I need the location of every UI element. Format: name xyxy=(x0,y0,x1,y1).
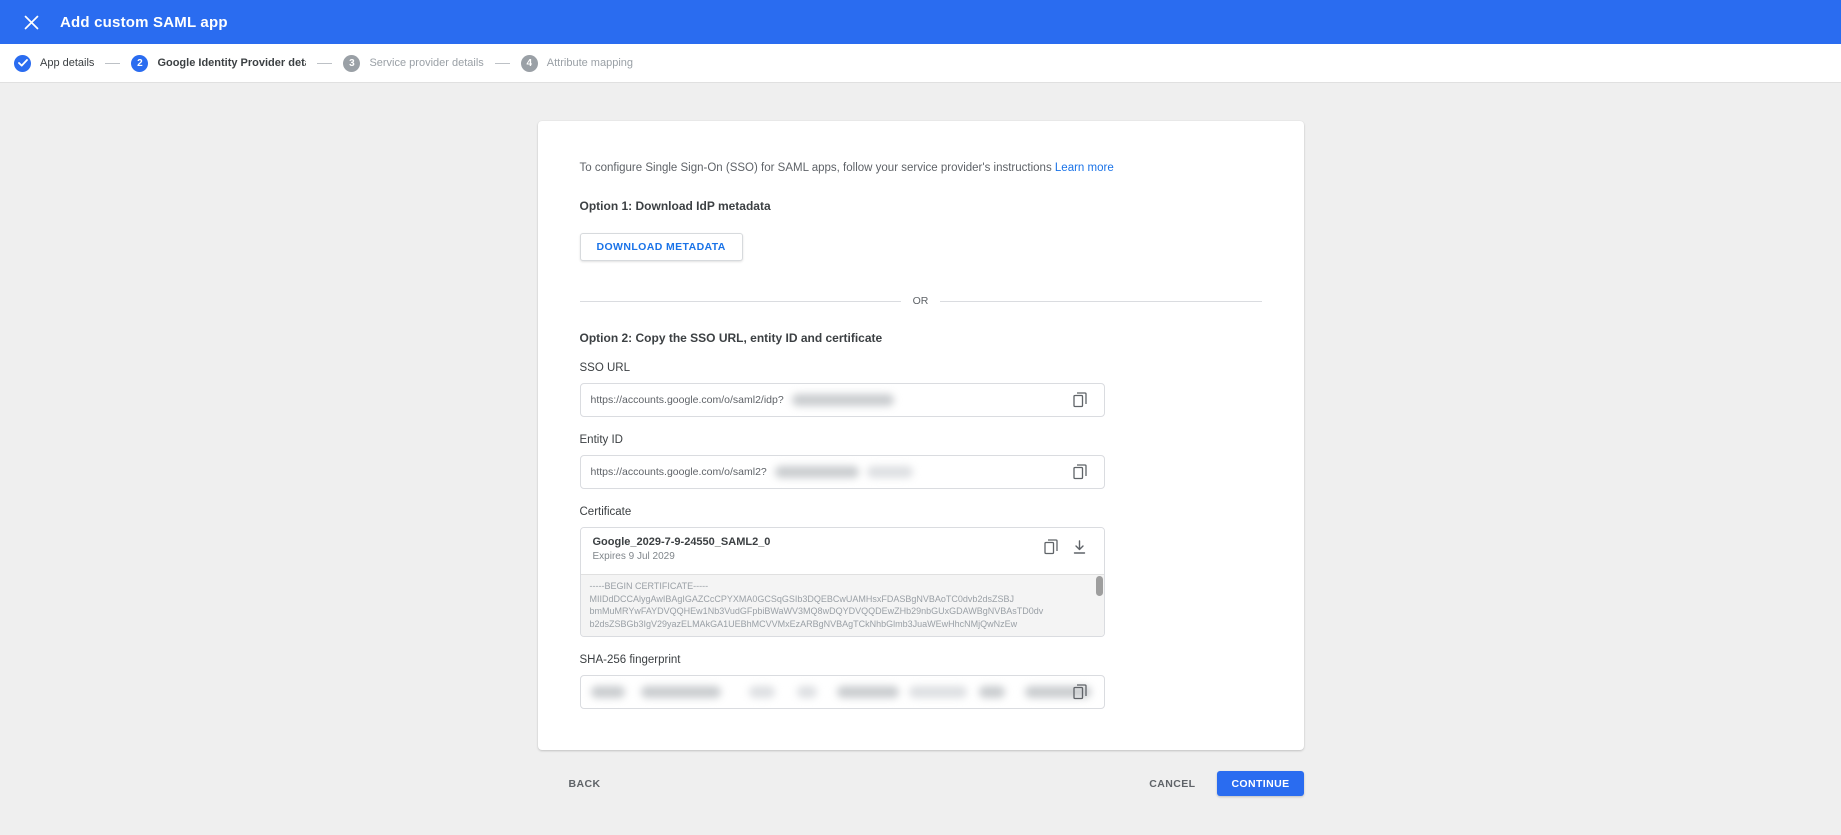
redacted-value xyxy=(796,686,817,698)
option2-heading: Option 2: Copy the SSO URL, entity ID an… xyxy=(579,331,883,345)
redacted-fingerprint xyxy=(590,686,1091,698)
stepper-step-attribute-mapping[interactable]: 4 Attribute mapping xyxy=(520,54,633,72)
divider-label: OR xyxy=(912,295,929,307)
download-certificate-button[interactable] xyxy=(1073,538,1091,556)
certificate-card: Google_2029-7-9-24550_SAML2_0 Expires 9 … xyxy=(579,527,1105,637)
sha256-label: SHA-256 fingerprint xyxy=(579,654,681,666)
entity-id-value: https://accounts.google.com/o/saml2? xyxy=(590,466,767,478)
wizard-stepper: App details 2 Google Identity Provider d… xyxy=(0,44,1841,83)
certificate-text-line: b2dsZSBGb3IgV29yazELMAkGA1UEBhMCVVMxEzAR… xyxy=(589,618,1018,629)
certificate-text-line: MIIDdDCCAlygAwIBAgIGAZCcCPYXMA0GCSqGSIb3… xyxy=(589,593,1014,604)
certificate-body[interactable]: -----BEGIN CERTIFICATE----- MIIDdDCCAlyg… xyxy=(580,574,1104,636)
redacted-value xyxy=(908,686,967,698)
certificate-name: Google_2029-7-9-24550_SAML2_0 xyxy=(592,536,771,548)
sso-url-value: https://accounts.google.com/o/saml2/idp? xyxy=(590,394,784,406)
stepper-separator xyxy=(494,62,510,64)
redacted-value xyxy=(791,394,894,406)
intro-instructions: To configure Single Sign-On (SSO) for SA… xyxy=(579,162,1052,174)
stepper-step-google-idp-details[interactable]: 2 Google Identity Provider details xyxy=(131,54,306,72)
copy-icon xyxy=(1043,539,1062,555)
certificate-text-line: -----BEGIN CERTIFICATE----- xyxy=(589,581,709,591)
stepper-separator xyxy=(317,62,333,64)
intro-text: To configure Single Sign-On (SSO) for SA… xyxy=(580,161,1262,175)
copy-sha256-button[interactable] xyxy=(1070,682,1090,702)
step-number-badge: 4 xyxy=(520,54,538,72)
certificate-label: Certificate xyxy=(579,506,632,518)
dialog-title: Add custom SAML app xyxy=(60,13,228,31)
sha256-fingerprint-field[interactable] xyxy=(579,675,1105,709)
copy-icon xyxy=(1072,684,1087,700)
learn-more-link[interactable]: Learn more xyxy=(1055,162,1114,174)
redacted-value xyxy=(748,686,775,698)
step-number-badge: 2 xyxy=(131,54,149,72)
copy-sso-url-button[interactable] xyxy=(1070,390,1090,410)
saml-config-card: To configure Single Sign-On (SSO) for SA… xyxy=(537,121,1304,750)
certificate-expiry: Expires 9 Jul 2029 xyxy=(592,551,675,562)
redacted-value xyxy=(836,686,899,698)
or-divider: OR xyxy=(579,295,1262,307)
download-icon xyxy=(1073,539,1091,555)
sso-url-field[interactable]: https://accounts.google.com/o/saml2/idp? xyxy=(579,383,1105,417)
sso-url-label: SSO URL xyxy=(579,362,631,374)
wizard-footer: BACK CANCEL CONTINUE xyxy=(538,771,1304,796)
divider-line xyxy=(579,300,901,302)
entity-id-field[interactable]: https://accounts.google.com/o/saml2? xyxy=(579,455,1105,489)
stepper-separator xyxy=(105,62,121,64)
cancel-button[interactable]: CANCEL xyxy=(1139,772,1205,796)
continue-button[interactable]: CONTINUE xyxy=(1217,771,1304,796)
certificate-text-line: bmMuMRYwFAYDVQQHEw1Nb3VudGFpbiBWaWV3MQ8w… xyxy=(589,606,1044,616)
download-metadata-button[interactable]: DOWNLOAD METADATA xyxy=(579,233,743,261)
stepper-step-app-details[interactable]: App details xyxy=(14,54,95,72)
close-button[interactable] xyxy=(18,9,44,35)
stepper-step-service-provider-details[interactable]: 3 Service provider details xyxy=(343,54,484,72)
copy-icon xyxy=(1072,392,1087,408)
redacted-value xyxy=(978,686,1005,698)
copy-entity-id-button[interactable] xyxy=(1070,462,1090,482)
divider-line xyxy=(940,300,1262,302)
redacted-value xyxy=(866,466,913,478)
copy-icon xyxy=(1072,464,1087,480)
step-label: Service provider details xyxy=(369,57,484,69)
redacted-value xyxy=(774,466,859,478)
main-content: To configure Single Sign-On (SSO) for SA… xyxy=(0,121,1841,796)
step-label: App details xyxy=(40,57,95,69)
step-number-badge: 3 xyxy=(343,54,361,72)
certificate-header: Google_2029-7-9-24550_SAML2_0 Expires 9 … xyxy=(580,528,1104,574)
redacted-value xyxy=(590,686,625,698)
step-label: Google Identity Provider details xyxy=(157,57,306,69)
close-icon xyxy=(24,15,39,30)
dialog-header: Add custom SAML app xyxy=(0,0,1841,44)
option1-heading: Option 1: Download IdP metadata xyxy=(579,199,771,213)
entity-id-label: Entity ID xyxy=(579,434,623,446)
copy-certificate-button[interactable] xyxy=(1043,538,1062,556)
back-button[interactable]: BACK xyxy=(559,772,611,796)
step-complete-check-icon xyxy=(14,54,31,72)
step-label: Attribute mapping xyxy=(546,57,633,69)
certificate-scrollbar[interactable] xyxy=(1095,576,1103,596)
redacted-value xyxy=(640,686,721,698)
